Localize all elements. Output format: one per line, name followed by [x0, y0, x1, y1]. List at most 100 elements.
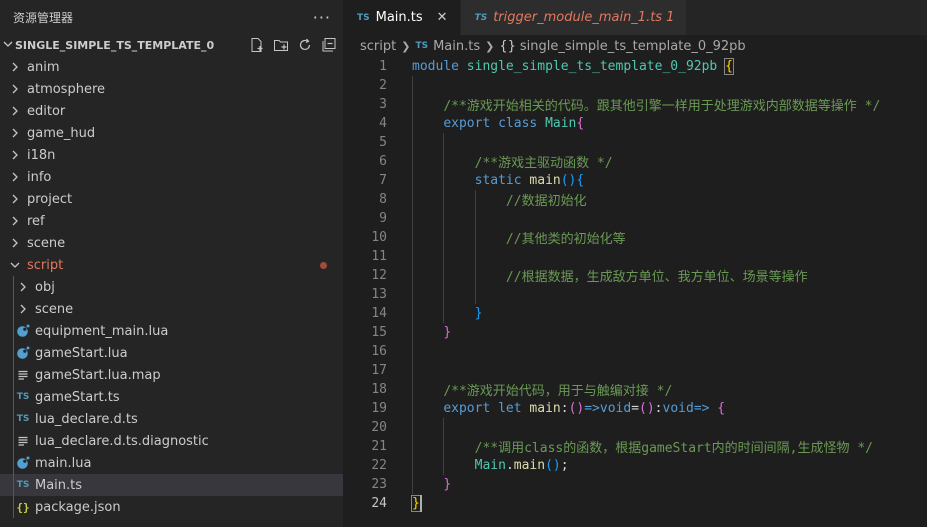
file-item[interactable]: gameStart.lua — [0, 342, 343, 364]
text-file-icon — [15, 367, 31, 383]
line-source: } — [387, 477, 451, 492]
code-token: . — [505, 458, 514, 473]
code-token: Main — [545, 116, 577, 131]
line-number: 7 — [379, 173, 387, 188]
folder-item[interactable]: obj — [0, 276, 343, 298]
code-token: //根据数据，生成敌方单位、我方单位、场景等操作 — [505, 270, 808, 285]
indent-guide — [13, 496, 14, 518]
folder-item[interactable]: ref — [0, 210, 343, 232]
folder-item[interactable]: i18n — [0, 144, 343, 166]
editor-area: TS Main.ts ✕ TS trigger_module_main_1.ts… — [343, 0, 927, 527]
code-token: //数据初始化 — [505, 194, 587, 209]
line-source: //其他类的初始化等 — [387, 228, 626, 247]
indent-guide — [412, 171, 413, 190]
code-token: module — [412, 59, 459, 74]
explorer-title: 资源管理器 — [13, 10, 74, 25]
workspace-root[interactable]: SINGLE_SIMPLE_TS_TEMPLATE_0 — [0, 34, 343, 56]
breadcrumb-file[interactable]: Main.ts — [433, 39, 480, 54]
folder-item[interactable]: scene — [0, 232, 343, 254]
indent-guide — [13, 364, 14, 386]
line-source: /**游戏开始代码，用于与触编对接 */ — [387, 380, 672, 399]
breadcrumb: script ❯ TS Main.ts ❯ {} single_simple_t… — [343, 35, 927, 57]
indent-guide — [13, 474, 14, 496]
folder-item[interactable]: editor — [0, 100, 343, 122]
line-number: 19 — [371, 401, 387, 416]
folder-item[interactable]: info — [0, 166, 343, 188]
line-number: 15 — [371, 325, 387, 340]
breadcrumb-folder[interactable]: script — [360, 39, 396, 54]
file-item[interactable]: TS gameStart.ts — [0, 386, 343, 408]
file-item[interactable]: {} package.json — [0, 496, 343, 518]
indent-guide — [412, 95, 413, 114]
ellipsis-icon[interactable]: ··· — [313, 8, 331, 27]
tree-item-label: package.json — [35, 499, 121, 515]
folder-item[interactable]: project — [0, 188, 343, 210]
file-item[interactable]: lua_declare.d.ts.diagnostic — [0, 430, 343, 452]
file-item[interactable]: TS lua_declare.d.ts — [0, 408, 343, 430]
tree-item-label: atmosphere — [27, 81, 105, 97]
line-number: 10 — [371, 230, 387, 245]
tree-item-label: gameStart.ts — [35, 389, 120, 405]
code-line: 23 } — [343, 475, 927, 494]
indent-guide — [443, 133, 445, 152]
file-item[interactable]: TS Main.ts — [0, 474, 343, 496]
folder-item[interactable]: atmosphere — [0, 78, 343, 100]
tab-trigger-module[interactable]: TS trigger_module_main_1.ts 1 — [460, 0, 688, 35]
indent-guide — [412, 76, 413, 95]
code-editor[interactable]: 1 module single_simple_ts_template_0_92pb… — [343, 57, 927, 527]
indent-guide — [13, 408, 14, 430]
code-token: void — [599, 401, 632, 416]
code-line: 10 //其他类的初始化等 — [343, 228, 927, 247]
indent-guide — [412, 380, 413, 399]
code-token: => — [693, 401, 710, 416]
tab-main-ts[interactable]: TS Main.ts ✕ — [343, 0, 461, 35]
collapse-all-icon[interactable] — [321, 37, 337, 53]
line-source: //根据数据，生成敌方单位、我方单位、场景等操作 — [387, 266, 808, 285]
tree-item-label: game_hud — [27, 125, 96, 141]
code-token: () — [545, 458, 561, 473]
line-number: 12 — [371, 268, 387, 283]
code-line: 5 — [343, 133, 927, 152]
folder-item[interactable]: script — [0, 254, 343, 276]
code-token: { — [724, 58, 734, 75]
code-line: 19 export let main:()=>void=():void=> { — [343, 399, 927, 418]
file-item[interactable]: equipment_main.lua — [0, 320, 343, 342]
new-folder-icon[interactable] — [273, 37, 289, 53]
line-number: 8 — [379, 192, 387, 207]
indent-guide — [412, 152, 413, 171]
indent-guide — [412, 114, 413, 133]
indent-guide — [443, 171, 445, 190]
line-source: /**游戏开始相关的代码。跟其他引擎一样用于处理游戏内部数据等操作 */ — [387, 95, 880, 114]
line-number: 18 — [371, 382, 387, 397]
indent-guide — [13, 386, 14, 408]
code-line: 11 — [343, 247, 927, 266]
indent-guide — [412, 247, 413, 266]
folder-item[interactable]: scene — [0, 298, 343, 320]
indent-guide — [412, 209, 413, 228]
tree-item-label: info — [27, 169, 52, 185]
refresh-icon[interactable] — [297, 37, 313, 53]
breadcrumb-symbol[interactable]: single_simple_ts_template_0_92pb — [520, 39, 746, 54]
text-cursor — [419, 495, 422, 512]
tree-item-label: scene — [35, 301, 74, 317]
file-item[interactable]: gameStart.lua.map — [0, 364, 343, 386]
indent-guide — [412, 475, 413, 494]
folder-item[interactable]: anim — [0, 56, 343, 78]
code-token: Main — [474, 458, 506, 473]
tree-item-label: gameStart.lua — [35, 345, 128, 361]
new-file-icon[interactable] — [249, 37, 265, 53]
tree-item-label: Main.ts — [35, 477, 83, 493]
indent-guide — [443, 190, 445, 209]
code-line: 13 — [343, 285, 927, 304]
indent-guide — [13, 298, 14, 320]
tree-item-label: script — [27, 257, 64, 273]
file-item[interactable]: main.lua — [0, 452, 343, 474]
folder-item[interactable]: game_hud — [0, 122, 343, 144]
code-token: export — [443, 401, 491, 416]
code-token: //其他类的初始化等 — [505, 232, 626, 247]
chevron-down-icon — [7, 260, 23, 270]
typescript-icon: TS — [16, 392, 30, 402]
close-icon[interactable]: ✕ — [437, 10, 448, 25]
tree-item-label: lua_declare.d.ts — [35, 411, 138, 427]
